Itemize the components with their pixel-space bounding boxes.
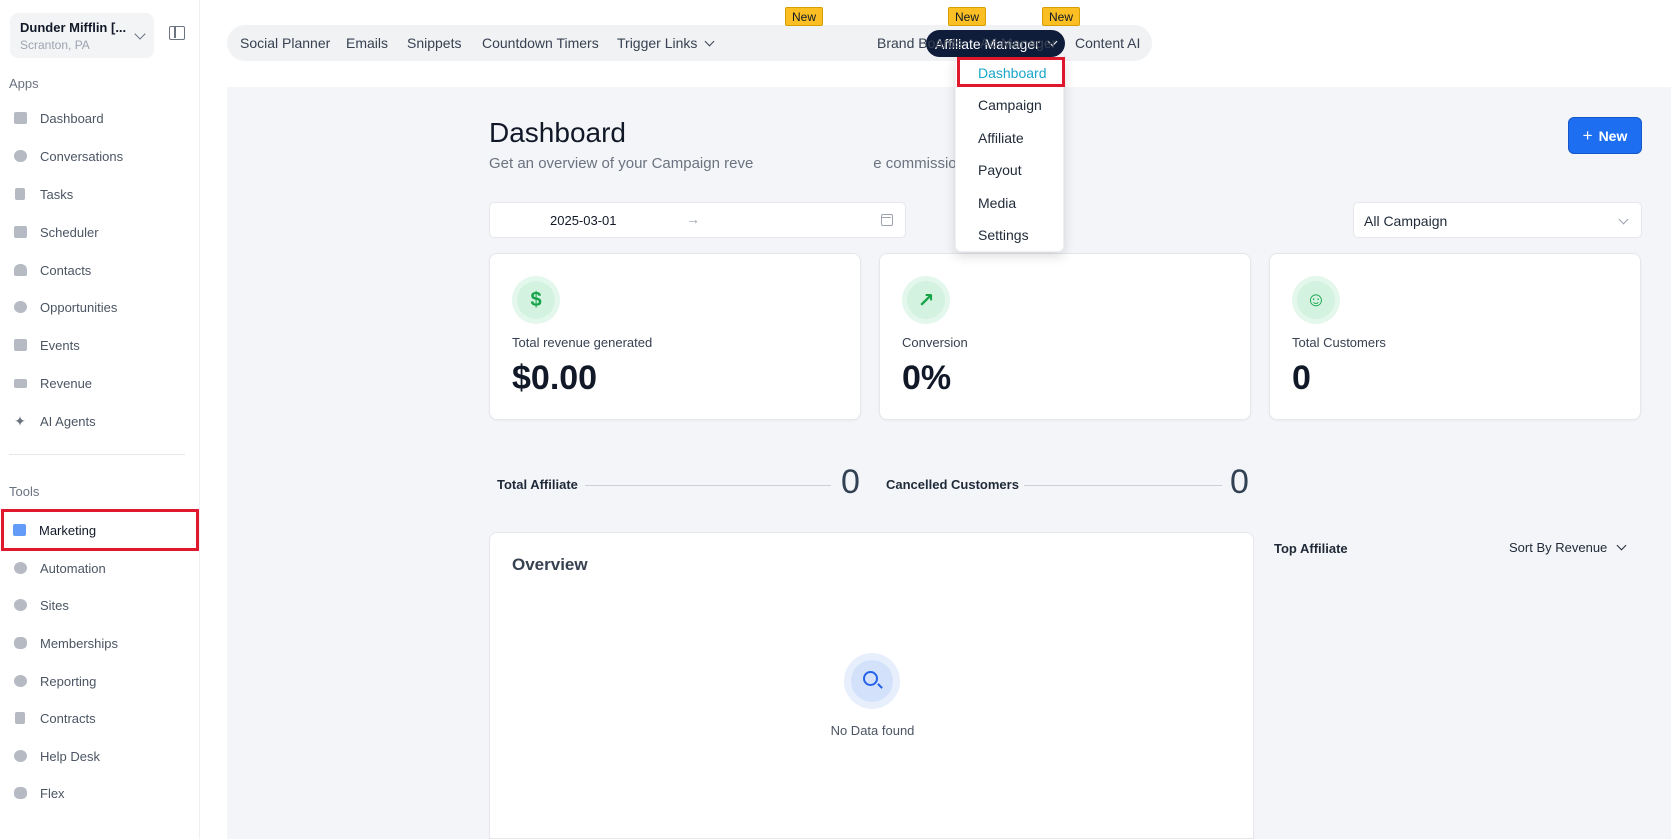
megaphone-icon: [11, 523, 27, 537]
sidebar-item-memberships[interactable]: Memberships: [12, 632, 118, 654]
sidebar-item-dashboard[interactable]: Dashboard: [12, 107, 104, 129]
main-area: Social Planner Emails Snippets Countdown…: [200, 0, 1671, 839]
stat-label: Total revenue generated: [512, 335, 653, 350]
stat-value: 0: [1292, 359, 1311, 397]
person-icon: [12, 263, 28, 277]
tab-social-planner[interactable]: Social Planner: [240, 25, 330, 61]
sidebar-item-scheduler[interactable]: Scheduler: [12, 221, 99, 243]
menu-item-dashboard[interactable]: Dashboard: [978, 65, 1047, 81]
affiliate-manager-dropdown: Dashboard Campaign Affiliate Payout Medi…: [955, 57, 1065, 252]
gears-icon: [12, 561, 28, 575]
stat-card-conversion: ↗ Conversion 0%: [879, 253, 1251, 420]
search-icon: [844, 653, 900, 709]
tab-content-ai[interactable]: Content AI: [1075, 25, 1140, 61]
menu-item-media[interactable]: Media: [978, 195, 1016, 211]
stat-label: Total Customers: [1292, 335, 1386, 350]
page-subtitle: Get an overview of your Campaign reve e c…: [489, 155, 973, 172]
metric-line: [585, 485, 831, 486]
tab-emails[interactable]: Emails: [346, 25, 388, 61]
sidebar-item-events[interactable]: Events: [12, 334, 80, 356]
sidebar-item-ai-agents[interactable]: ✦ AI Agents: [12, 410, 96, 432]
tools-section-label: Tools: [9, 484, 40, 499]
sidebar-item-tasks[interactable]: Tasks: [12, 183, 73, 205]
plus-icon: +: [1582, 125, 1593, 145]
chevron-down-icon: [1618, 214, 1629, 225]
sidebar-item-contacts[interactable]: Contacts: [12, 259, 91, 281]
location-subtitle: Scranton, PA: [20, 38, 90, 52]
globe-icon: [12, 598, 28, 612]
target-icon: [12, 300, 28, 314]
new-badge: New: [1042, 7, 1081, 26]
chevron-down-icon: [704, 36, 715, 46]
page-title: Dashboard: [489, 117, 626, 148]
metric-label-cancelled-customers: Cancelled Customers: [886, 477, 1019, 492]
new-badge: New: [948, 7, 987, 26]
location-name: Dunder Mifflin [...: [20, 20, 127, 35]
arrow-right-icon: →: [686, 211, 700, 227]
overview-card: Overview No Data found: [489, 532, 1254, 839]
metric-label-total-affiliate: Total Affiliate: [497, 477, 578, 492]
help-icon: [12, 749, 28, 763]
calendar-icon: [12, 225, 28, 239]
events-icon: [12, 338, 28, 352]
sparkles-icon: ✦: [14, 412, 26, 429]
overview-title: Overview: [512, 555, 588, 574]
stat-value: $0.00: [512, 359, 598, 397]
date-start: 2025-03-01: [550, 213, 617, 228]
menu-item-affiliate[interactable]: Affiliate: [978, 130, 1024, 146]
sidebar-item-contracts[interactable]: Contracts: [12, 707, 96, 729]
tab-snippets[interactable]: Snippets: [407, 25, 461, 61]
card-icon: [12, 376, 28, 390]
document-icon: [12, 711, 28, 725]
tab-countdown-timers[interactable]: Countdown Timers: [482, 25, 599, 61]
tab-brand-boards[interactable]: Brand Boards: [877, 25, 963, 61]
tab-trigger-links[interactable]: Trigger Links: [617, 25, 715, 61]
sidebar-item-help-desk[interactable]: Help Desk: [12, 745, 100, 767]
sidebar-item-reporting[interactable]: Reporting: [12, 670, 96, 692]
sidebar-item-sites[interactable]: Sites: [12, 594, 69, 616]
sidebar-item-revenue[interactable]: Revenue: [12, 372, 92, 394]
date-range-picker[interactable]: 2025-03-01 →: [489, 202, 906, 238]
stat-card-revenue: $ Total revenue generated $0.00: [489, 253, 861, 420]
sidebar-item-conversations[interactable]: Conversations: [12, 145, 123, 167]
menu-item-payout[interactable]: Payout: [978, 162, 1022, 178]
calendar-icon: [881, 214, 893, 226]
metric-value-total-affiliate: 0: [841, 463, 860, 501]
new-badge: New: [785, 7, 824, 26]
dollar-icon: $: [512, 276, 560, 324]
people-icon: [12, 786, 28, 800]
chat-icon: [12, 149, 28, 163]
stat-value: 0%: [902, 359, 952, 397]
stat-label: Conversion: [902, 335, 968, 350]
sort-by-dropdown[interactable]: Sort By Revenue: [1509, 540, 1627, 555]
top-affiliate-title: Top Affiliate: [1274, 541, 1348, 556]
dashboard-icon: [12, 111, 28, 125]
customers-icon: ☺: [1292, 276, 1340, 324]
pie-icon: [12, 674, 28, 688]
apps-section-label: Apps: [9, 76, 39, 91]
sidebar: Dunder Mifflin [... Scranton, PA Apps Da…: [0, 0, 200, 839]
sidebar-item-automation[interactable]: Automation: [12, 557, 106, 579]
new-button[interactable]: + New: [1568, 117, 1642, 154]
trend-up-icon: ↗: [902, 276, 950, 324]
tasks-icon: [12, 187, 28, 201]
campaign-select[interactable]: All Campaign: [1353, 202, 1642, 238]
tab-ad-manager[interactable]: Ad Manager: [980, 25, 1056, 61]
metric-line: [1024, 485, 1222, 486]
menu-item-campaign[interactable]: Campaign: [978, 97, 1042, 113]
menu-item-settings[interactable]: Settings: [978, 227, 1029, 243]
stat-card-customers: ☺ Total Customers 0: [1269, 253, 1641, 420]
sidebar-divider: [9, 454, 185, 455]
location-switcher[interactable]: Dunder Mifflin [... Scranton, PA: [10, 13, 154, 58]
sidebar-item-opportunities[interactable]: Opportunities: [12, 296, 117, 318]
metric-value-cancelled-customers: 0: [1230, 463, 1249, 501]
group-icon: [12, 636, 28, 650]
sidebar-item-flex[interactable]: Flex: [12, 782, 65, 804]
empty-state-text: No Data found: [830, 723, 915, 738]
chevron-down-icon: [1616, 540, 1627, 551]
sidebar-item-marketing[interactable]: Marketing: [11, 519, 96, 541]
sidebar-collapse-icon[interactable]: [169, 26, 185, 40]
